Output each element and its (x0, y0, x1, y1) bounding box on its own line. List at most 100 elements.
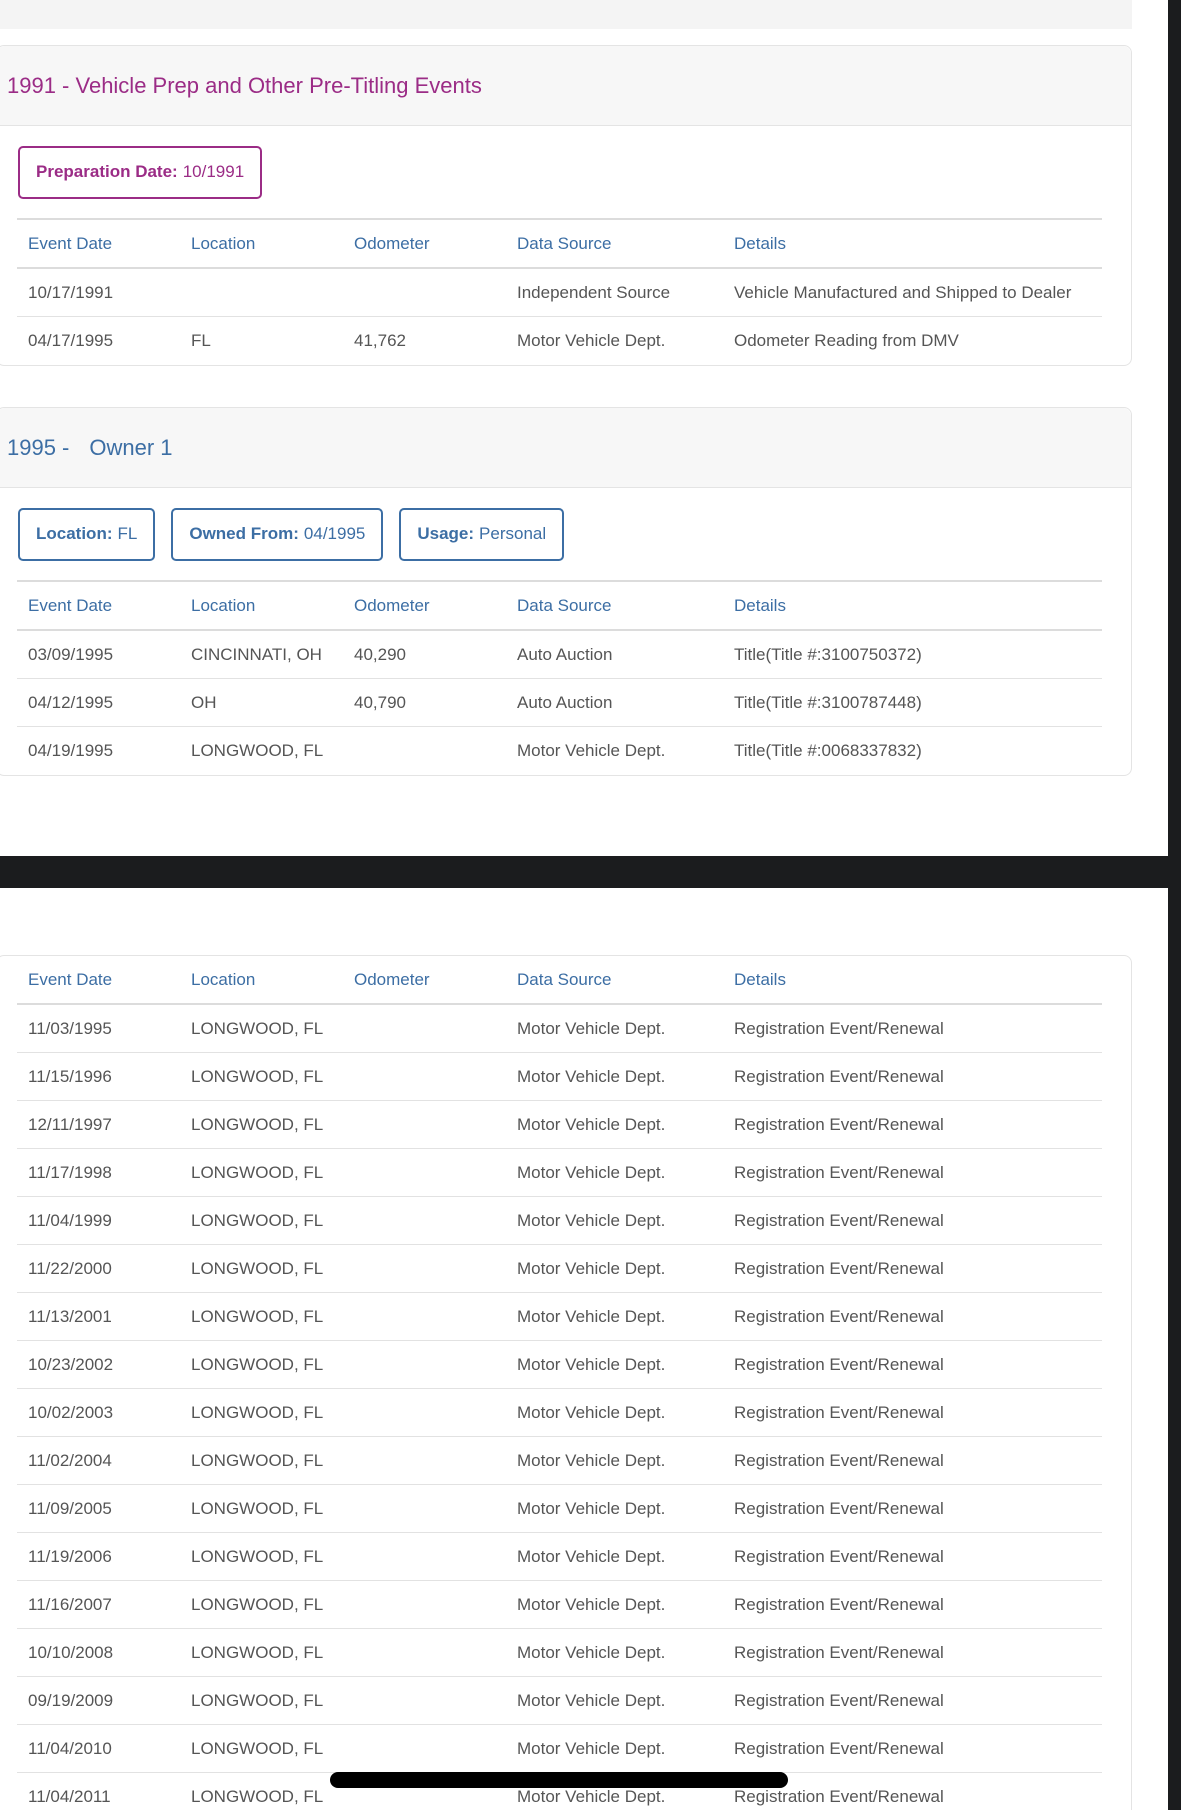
col-data-source: Data Source (517, 595, 612, 615)
owner-1-header: 1995 - Owner 1 (0, 408, 1131, 488)
col-data-source: Data Source (517, 233, 612, 253)
details-cell: Vehicle Manufactured and Shipped to Deal… (734, 282, 1072, 302)
location-cell: LONGWOOD, FL (191, 1690, 324, 1710)
vehicle-prep-pills: Preparation Date: 10/1991 (0, 126, 1131, 218)
event-date-cell: 11/04/2010 (28, 1738, 112, 1758)
details-cell: Registration Event/Renewal (734, 1450, 944, 1470)
event-date-cell: 11/17/1998 (28, 1162, 112, 1182)
event-date-cell: 11/04/2011 (28, 1787, 111, 1806)
location-cell: LONGWOOD, FL (191, 1450, 324, 1470)
vehicle-prep-title: 1991 - Vehicle Prep and Other Pre-Titlin… (7, 72, 482, 98)
table-body: 03/09/1995 CINCINNATI, OH 40,290 Auto Aucti… (17, 631, 1102, 775)
table-header-row: Event Date Location Odometer Data Source… (17, 220, 1102, 269)
data-source-cell: Motor Vehicle Dept. (517, 1787, 666, 1806)
data-source-cell: Auto Auction (517, 692, 613, 712)
details-cell: Registration Event/Renewal (734, 1018, 944, 1038)
details-cell: Registration Event/Renewal (734, 1690, 944, 1710)
table-header-row: Event Date Location Odometer Data Source… (17, 956, 1102, 1005)
table-body: 10/17/1991 Independent Source Vehicle Manu… (17, 269, 1102, 365)
table-row: 11/22/2000 LONGWOOD, FL Motor Vehicle Dept… (17, 1245, 1102, 1293)
details-cell: Registration Event/Renewal (734, 1402, 944, 1422)
data-source-cell: Motor Vehicle Dept. (517, 1498, 666, 1518)
table-row: 11/17/1998 LONGWOOD, FL Motor Vehicle Dept… (17, 1149, 1102, 1197)
location-cell: LONGWOOD, FL (191, 1738, 324, 1758)
data-source-cell: Motor Vehicle Dept. (517, 1450, 666, 1470)
usage-pill: Usage: Personal (399, 507, 565, 561)
data-source-cell: Motor Vehicle Dept. (517, 1354, 666, 1374)
location-cell: OH (191, 692, 217, 712)
event-date-cell: 04/17/1995 (28, 331, 114, 350)
details-cell: Registration Event/Renewal (734, 1787, 944, 1806)
table-row: 10/17/1991 Independent Source Vehicle Manu… (17, 269, 1102, 317)
vehicle-prep-table: Event Date Location Odometer Data Source… (17, 218, 1102, 365)
details-cell: Registration Event/Renewal (734, 1210, 944, 1230)
odometer-cell: 40,290 (354, 644, 406, 664)
event-date-cell: 11/03/1995 (28, 1018, 112, 1038)
col-location: Location (191, 595, 256, 615)
bottom-screen-panel: Event Date Location Odometer Data Source… (0, 888, 1168, 1810)
data-source-cell: Motor Vehicle Dept. (517, 1594, 666, 1614)
table-header-row: Event Date Location Odometer Data Source… (17, 582, 1102, 631)
event-date-cell: 11/16/2007 (28, 1594, 112, 1614)
event-date-cell: 12/11/1997 (28, 1114, 112, 1134)
col-details: Details (734, 233, 786, 253)
table-row: 04/19/1995 LONGWOOD, FL Motor Vehicle Dept… (17, 727, 1102, 775)
event-date-cell: 10/23/2002 (28, 1354, 114, 1374)
event-date-cell: 09/19/2009 (28, 1690, 114, 1710)
pill-value: FL (117, 524, 138, 543)
event-date-cell: 04/19/1995 (28, 741, 114, 760)
owner-year: 1995 - (7, 434, 70, 460)
location-pill: Location: FL (18, 507, 156, 561)
col-details: Details (734, 969, 786, 989)
pill-value: 04/1995 (303, 524, 366, 543)
table-row: 11/09/2005 LONGWOOD, FL Motor Vehicle Dept… (17, 1485, 1102, 1533)
data-source-cell: Motor Vehicle Dept. (517, 1018, 666, 1038)
vehicle-prep-header: 1991 - Vehicle Prep and Other Pre-Titlin… (0, 46, 1131, 126)
details-cell: Registration Event/Renewal (734, 1162, 944, 1182)
location-cell: CINCINNATI, OH (191, 644, 322, 664)
table-body: 11/03/1995 LONGWOOD, FL Motor Vehicle Dept… (17, 1005, 1102, 1810)
home-indicator-bar[interactable] (330, 1772, 788, 1788)
location-cell: LONGWOOD, FL (191, 1594, 324, 1614)
details-cell: Title(Title #:3100787448) (734, 692, 922, 712)
event-date-cell: 11/19/2006 (28, 1546, 112, 1566)
event-date-cell: 11/15/1996 (28, 1066, 112, 1086)
table-row: 11/04/2010 LONGWOOD, FL Motor Vehicle Dept… (17, 1725, 1102, 1773)
pill-value: Personal (479, 524, 547, 543)
col-data-source: Data Source (517, 969, 612, 989)
location-cell: LONGWOOD, FL (191, 741, 324, 760)
owner-1-continued-card: Event Date Location Odometer Data Source… (0, 955, 1132, 1810)
table-row: 11/02/2004 LONGWOOD, FL Motor Vehicle Dept… (17, 1437, 1102, 1485)
col-odometer: Odometer (354, 969, 430, 989)
registration-history-table: Event Date Location Odometer Data Source… (17, 956, 1102, 1810)
location-cell: LONGWOOD, FL (191, 1162, 324, 1182)
location-cell: LONGWOOD, FL (191, 1018, 324, 1038)
table-row: 10/23/2002 LONGWOOD, FL Motor Vehicle Dept… (17, 1341, 1102, 1389)
preparation-date-pill: Preparation Date: 10/1991 (18, 145, 263, 199)
odometer-cell: 40,790 (354, 692, 406, 712)
table-row: 10/10/2008 LONGWOOD, FL Motor Vehicle Dept… (17, 1629, 1102, 1677)
data-source-cell: Motor Vehicle Dept. (517, 331, 666, 350)
table-row: 11/15/1996 LONGWOOD, FL Motor Vehicle Dept… (17, 1053, 1102, 1101)
data-source-cell: Motor Vehicle Dept. (517, 1066, 666, 1086)
table-row: 04/17/1995 FL 41,762 Motor Vehicle Dept. Odo… (17, 317, 1102, 365)
col-odometer: Odometer (354, 233, 430, 253)
event-date-cell: 04/12/1995 (28, 692, 114, 712)
data-source-cell: Motor Vehicle Dept. (517, 1162, 666, 1182)
location-cell: LONGWOOD, FL (191, 1066, 324, 1086)
details-cell: Registration Event/Renewal (734, 1306, 944, 1326)
location-cell: LONGWOOD, FL (191, 1306, 324, 1326)
table-row: 12/11/1997 LONGWOOD, FL Motor Vehicle Dept… (17, 1101, 1102, 1149)
table-row: 11/04/1999 LONGWOOD, FL Motor Vehicle Dept… (17, 1197, 1102, 1245)
owner-1-pills: Location: FL Owned From: 04/1995 Usage: … (0, 488, 1131, 580)
location-cell: LONGWOOD, FL (191, 1787, 324, 1806)
location-cell: LONGWOOD, FL (191, 1546, 324, 1566)
pill-label: Location: (36, 524, 113, 543)
table-row: 11/03/1995 LONGWOOD, FL Motor Vehicle Dept… (17, 1005, 1102, 1053)
pill-label: Preparation Date: (36, 162, 178, 181)
data-source-cell: Motor Vehicle Dept. (517, 741, 666, 760)
location-cell: LONGWOOD, FL (191, 1642, 324, 1662)
odometer-cell: 41,762 (354, 331, 406, 350)
table-row: 04/12/1995 OH 40,790 Auto Auction Title(Titl… (17, 679, 1102, 727)
owner-label: Owner 1 (89, 434, 173, 460)
